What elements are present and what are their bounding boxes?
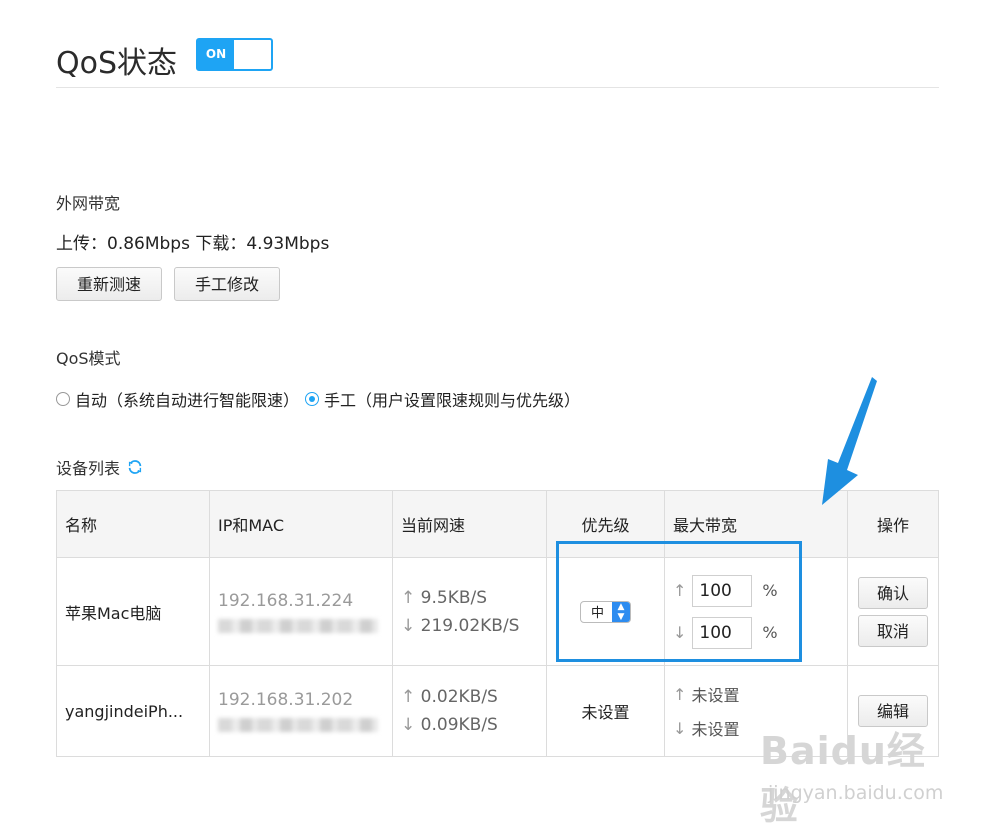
device-name: yangjindeiPh... <box>56 665 210 757</box>
up-arrow-icon: ↑ <box>401 687 416 707</box>
device-speed: ↑ 0.02KB/S ↓ 0.09KB/S <box>392 665 547 757</box>
download-speed-value: 0.09KB/S <box>420 715 498 735</box>
device-speed: ↑ 9.5KB/S ↓ 219.02KB/S <box>392 557 547 666</box>
up-arrow-icon: ↑ <box>673 684 687 704</box>
auto-radio[interactable] <box>56 392 70 406</box>
device-mac-blurred <box>218 718 378 732</box>
upload-speed: ↑ 9.5KB/S <box>401 584 545 612</box>
device-ip-mac: 192.168.31.224 <box>209 557 393 666</box>
device-name: 苹果Mac电脑 <box>56 557 210 666</box>
toggle-on-label: ON <box>198 40 234 69</box>
qos-mode-options: 自动（系统自动进行智能限速） 手工（用户设置限速规则与优先级） <box>56 387 580 411</box>
watermark-url: jingyan.baidu.com <box>768 782 944 804</box>
qos-toggle[interactable]: ON <box>196 38 273 71</box>
qos-mode-label: QoS模式 <box>56 349 121 368</box>
annotation-arrow-icon <box>822 377 877 505</box>
max-download-value: 未设置 <box>691 720 740 739</box>
download-speed: ↓ 219.02KB/S <box>401 612 545 640</box>
divider <box>56 87 939 88</box>
manual-radio-label[interactable]: 手工（用户设置限速规则与优先级） <box>324 387 580 411</box>
col-ip-mac: IP和MAC <box>209 490 393 558</box>
download-speed-value: 219.02KB/S <box>420 615 520 636</box>
device-table: 名称 IP和MAC 当前网速 优先级 最大带宽 操作 苹果Mac电脑 192.1… <box>56 490 939 757</box>
download-speed: ↓ 0.09KB/S <box>401 711 545 739</box>
device-actions: 确认 取消 <box>847 557 939 666</box>
device-ip: 192.168.31.202 <box>218 690 354 710</box>
max-upload-value: 未设置 <box>691 686 740 705</box>
max-upload-row: ↑ 未设置 <box>673 677 846 711</box>
device-ip-mac: 192.168.31.202 <box>209 665 393 757</box>
up-arrow-icon: ↑ <box>401 587 416 608</box>
down-arrow-icon: ↓ <box>401 615 416 636</box>
retest-speed-button[interactable]: 重新测速 <box>56 267 162 301</box>
upload-speed-value: 0.02KB/S <box>420 687 498 707</box>
device-ip: 192.168.31.224 <box>218 590 354 611</box>
device-list-header: 设备列表 <box>56 455 144 479</box>
page-title: QoS状态 <box>56 46 178 81</box>
col-name: 名称 <box>56 490 210 558</box>
down-arrow-icon: ↓ <box>401 715 416 735</box>
upload-speed: ↑ 0.02KB/S <box>401 683 545 711</box>
wan-bandwidth-label: 外网带宽 <box>56 194 121 213</box>
cancel-button[interactable]: 取消 <box>858 614 928 647</box>
upload-speed-value: 9.5KB/S <box>420 587 488 608</box>
device-list-label: 设备列表 <box>56 459 121 478</box>
manual-edit-button[interactable]: 手工修改 <box>174 267 280 301</box>
auto-radio-label[interactable]: 自动（系统自动进行智能限速） <box>75 387 299 411</box>
watermark-logo: Baidu经验 <box>760 729 926 828</box>
wan-speed-text: 上传：0.86Mbps 下载：4.93Mbps <box>56 234 330 254</box>
confirm-button[interactable]: 确认 <box>858 576 928 609</box>
table-row: 苹果Mac电脑 192.168.31.224 ↑ 9.5KB/S ↓ 219.0… <box>56 557 939 666</box>
device-priority: 未设置 <box>546 665 665 757</box>
highlight-box <box>556 541 802 662</box>
manual-radio[interactable] <box>305 392 320 406</box>
down-arrow-icon: ↓ <box>673 718 687 738</box>
col-current-speed: 当前网速 <box>392 490 547 558</box>
device-mac-blurred <box>218 618 378 633</box>
refresh-icon[interactable] <box>126 458 144 476</box>
watermark: Baidu经验 jingyan.baidu.com <box>760 720 960 828</box>
